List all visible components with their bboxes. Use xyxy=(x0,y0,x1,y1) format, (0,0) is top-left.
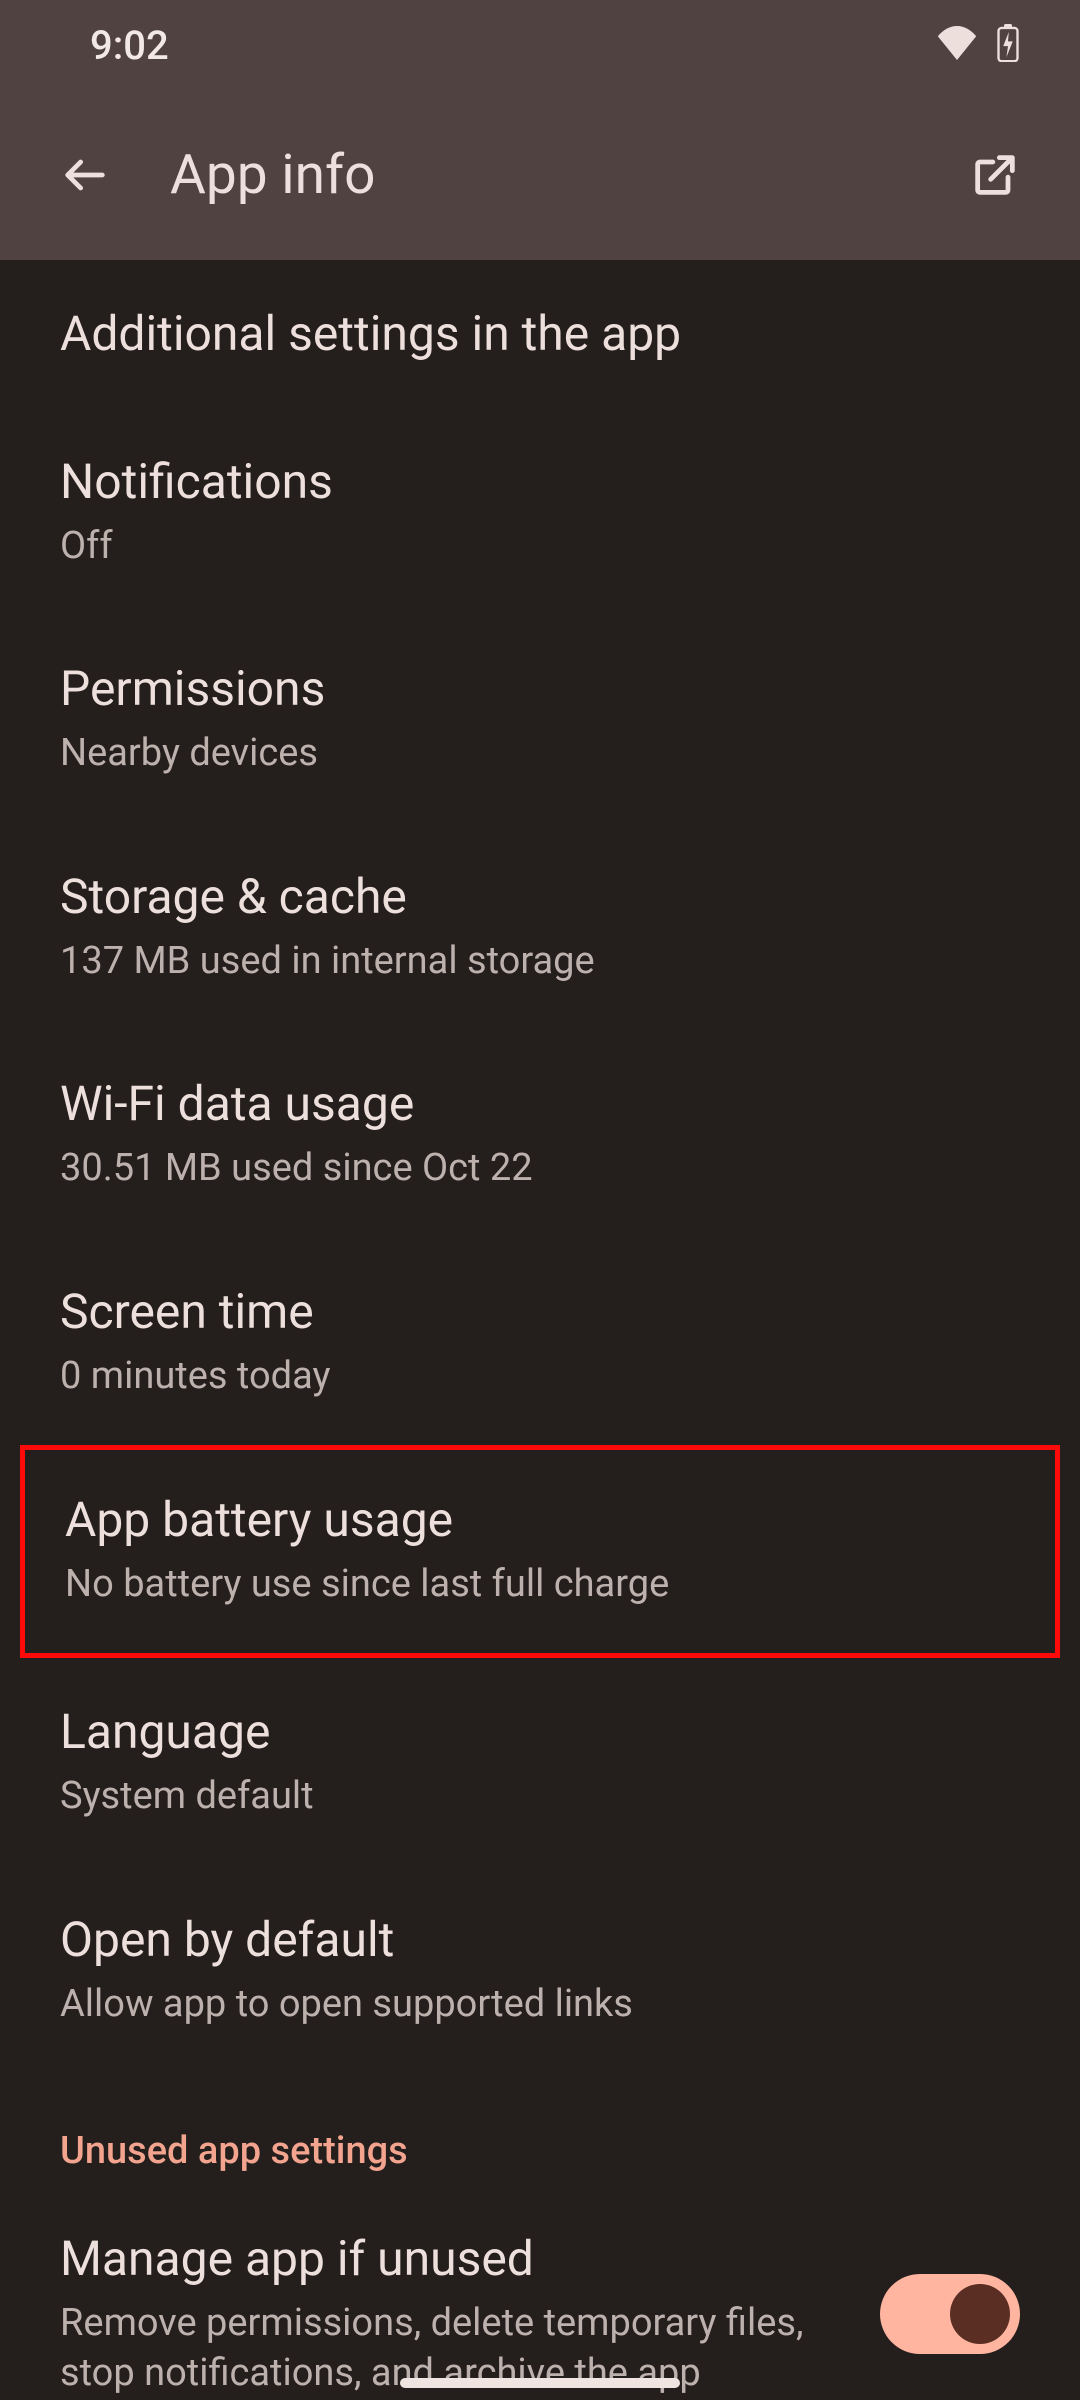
battery-charging-icon xyxy=(996,24,1020,66)
page-title: App info xyxy=(170,143,960,207)
item-title: Language xyxy=(60,1702,1020,1762)
item-title: Screen time xyxy=(60,1282,1020,1342)
item-wifi-data[interactable]: Wi-Fi data usage 30.51 MB used since Oct… xyxy=(0,1030,1080,1237)
open-external-button[interactable] xyxy=(960,140,1030,210)
item-title: Wi-Fi data usage xyxy=(60,1074,1020,1134)
item-subtitle: 30.51 MB used since Oct 22 xyxy=(60,1144,1020,1193)
status-bar: 9:02 xyxy=(0,0,1080,90)
item-permissions[interactable]: Permissions Nearby devices xyxy=(0,615,1080,822)
item-title: Storage & cache xyxy=(60,867,1020,927)
item-subtitle: System default xyxy=(60,1772,1020,1821)
item-title: Permissions xyxy=(60,659,1020,719)
status-icons xyxy=(936,24,1020,66)
switch-knob xyxy=(950,2284,1010,2344)
item-subtitle: 0 minutes today xyxy=(60,1352,1020,1401)
item-subtitle: Allow app to open supported links xyxy=(60,1980,1020,2029)
status-time: 9:02 xyxy=(90,22,169,69)
gesture-nav-handle[interactable] xyxy=(400,2378,680,2388)
item-subtitle: Off xyxy=(60,522,1020,571)
item-app-battery-usage[interactable]: App battery usage No battery use since l… xyxy=(20,1445,1060,1658)
section-title: Unused app settings xyxy=(60,2129,1020,2173)
item-screen-time[interactable]: Screen time 0 minutes today xyxy=(0,1238,1080,1445)
arrow-left-icon xyxy=(59,149,111,201)
content-list: Additional settings in the app Notificat… xyxy=(0,260,1080,2398)
item-language[interactable]: Language System default xyxy=(0,1658,1080,1865)
item-title: Notifications xyxy=(60,452,1020,512)
item-title: App battery usage xyxy=(65,1490,1015,1550)
item-subtitle: 137 MB used in internal storage xyxy=(60,937,1020,986)
wifi-icon xyxy=(936,26,978,64)
section-header-unused: Unused app settings xyxy=(0,2073,1080,2185)
item-open-by-default[interactable]: Open by default Allow app to open suppor… xyxy=(0,1866,1080,2073)
manage-unused-toggle[interactable] xyxy=(880,2274,1020,2354)
item-subtitle: No battery use since last full charge xyxy=(65,1560,1015,1609)
item-title: Manage app if unused xyxy=(60,2229,840,2289)
app-bar: App info xyxy=(0,90,1080,260)
item-title: Additional settings in the app xyxy=(60,304,1020,364)
item-manage-if-unused[interactable]: Manage app if unused Remove permissions,… xyxy=(0,2185,1080,2398)
item-subtitle: Nearby devices xyxy=(60,729,1020,778)
item-storage-cache[interactable]: Storage & cache 137 MB used in internal … xyxy=(0,823,1080,1030)
item-notifications[interactable]: Notifications Off xyxy=(0,408,1080,615)
open-in-new-icon xyxy=(969,149,1021,201)
item-title: Open by default xyxy=(60,1910,1020,1970)
back-button[interactable] xyxy=(50,140,120,210)
item-additional-settings[interactable]: Additional settings in the app xyxy=(0,260,1080,408)
